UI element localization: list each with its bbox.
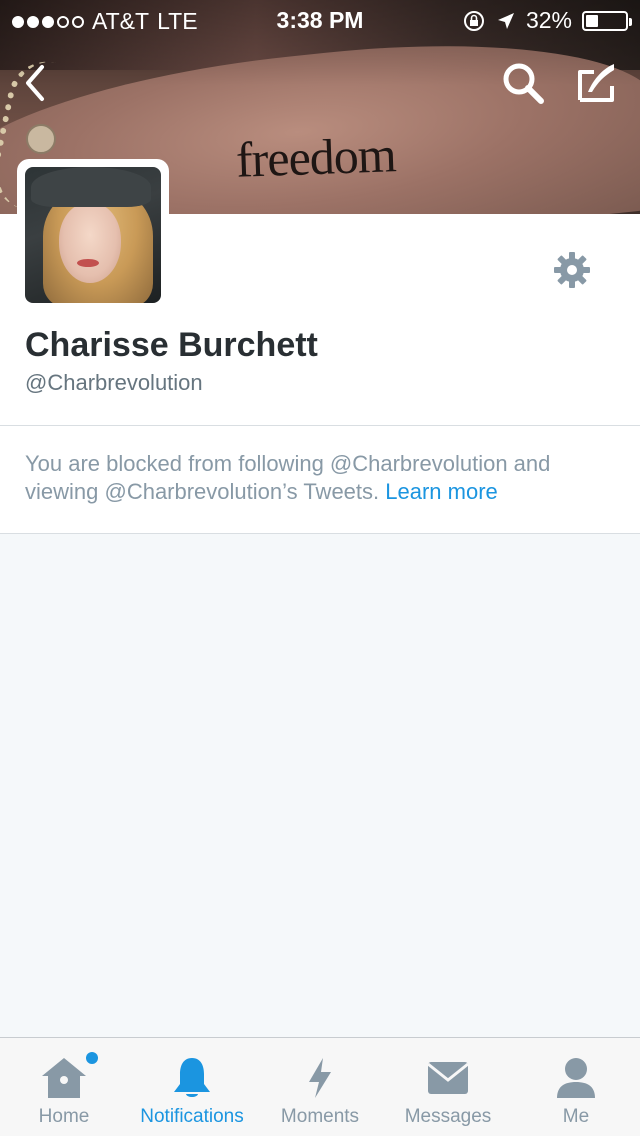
status-bar-right: 32% — [462, 7, 632, 34]
tab-moments[interactable]: Moments — [256, 1038, 384, 1136]
tab-notifications[interactable]: Notifications — [128, 1038, 256, 1136]
envelope-icon — [427, 1062, 469, 1094]
battery-icon — [582, 10, 632, 31]
tab-me[interactable]: Me — [512, 1038, 640, 1136]
person-icon — [557, 1058, 595, 1098]
avatar-frame[interactable] — [17, 159, 169, 311]
notification-dot — [86, 1052, 98, 1064]
profile-handle: @Charbrevolution — [25, 370, 203, 395]
learn-more-link[interactable]: Learn more — [385, 479, 498, 504]
compose-button[interactable] — [572, 58, 622, 108]
status-bar: AT&T LTE 3:38 PM 32% — [0, 0, 640, 40]
search-button[interactable] — [498, 58, 548, 108]
tab-moments-label: Moments — [280, 1106, 360, 1127]
tab-home[interactable]: Home — [0, 1038, 128, 1136]
battery-level-fill — [586, 14, 599, 27]
tab-notifications-label: Notifications — [140, 1106, 244, 1127]
tab-me-label: Me — [562, 1106, 590, 1127]
location-arrow-icon — [497, 12, 514, 29]
tab-home-label: Home — [38, 1106, 90, 1127]
back-button[interactable] — [10, 58, 60, 108]
avatar — [25, 167, 161, 303]
profile-name: Charisse Burchett — [25, 326, 318, 364]
bell-icon — [174, 1058, 210, 1097]
gear-icon — [554, 252, 590, 288]
home-icon — [42, 1058, 86, 1098]
battery-percentage: 32% — [525, 7, 572, 33]
chevron-left-icon — [26, 65, 44, 101]
tab-messages[interactable]: Messages — [384, 1038, 512, 1136]
orientation-lock-icon — [463, 10, 484, 31]
tab-messages-label: Messages — [404, 1106, 492, 1127]
search-icon — [503, 63, 544, 104]
compose-icon — [578, 64, 614, 102]
lightning-icon — [309, 1058, 331, 1098]
blocked-notice: You are blocked from following @Charbrev… — [0, 426, 640, 534]
settings-button[interactable] — [548, 246, 596, 294]
tab-bar: Home Notifications Moments Messages Me — [0, 1037, 640, 1136]
